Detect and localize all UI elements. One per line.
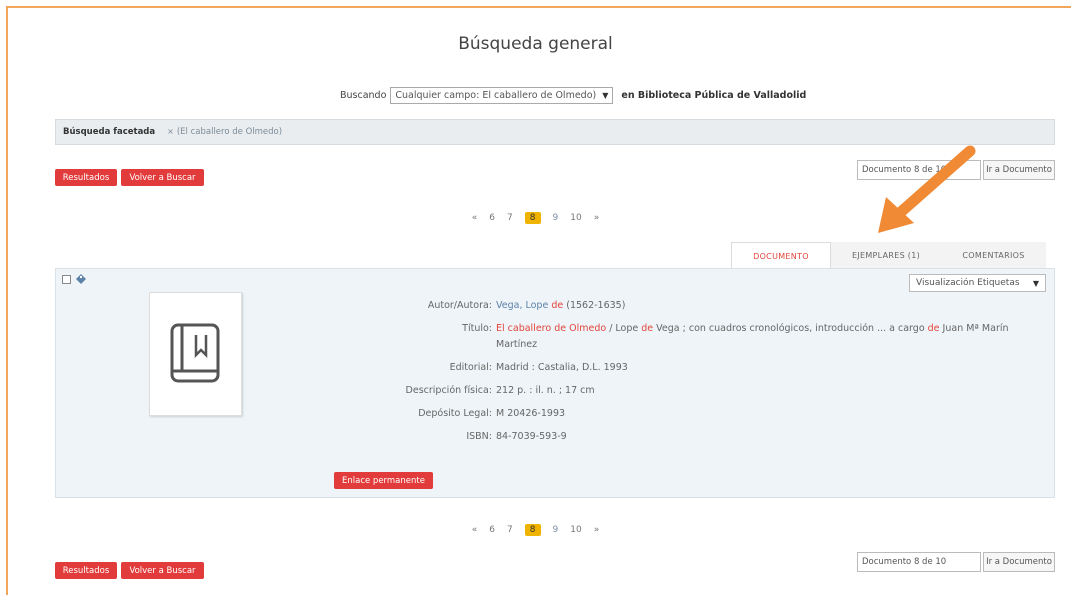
- book-icon: [170, 323, 219, 383]
- facet-item-label: (El caballero de Olmedo): [176, 127, 283, 137]
- physical-value: 212 p. : il. n. ; 17 cm: [496, 385, 595, 396]
- pager-prev[interactable]: «: [472, 213, 478, 223]
- pager-next[interactable]: »: [594, 213, 600, 223]
- pager-page-7[interactable]: 7: [507, 213, 513, 223]
- pager-page-current[interactable]: 8: [524, 524, 541, 536]
- search-summary: Buscando Cualquier campo: El caballero d…: [340, 87, 806, 104]
- author-de: de: [551, 300, 564, 311]
- publisher-value: Madrid : Castalia, D.L. 1993: [496, 362, 628, 373]
- view-mode-value: Visualización Etiquetas: [916, 278, 1020, 288]
- title-link[interactable]: El caballero de Olmedo: [496, 323, 606, 334]
- author-link[interactable]: Vega, Lope: [496, 300, 551, 311]
- tab-comentarios[interactable]: COMENTARIOS: [941, 242, 1046, 269]
- isbn-value: 84-7039-593-9: [496, 431, 567, 442]
- record-checkbox[interactable]: [62, 275, 71, 284]
- view-mode-select[interactable]: Visualización Etiquetas ▼: [909, 274, 1046, 292]
- chevron-down-icon: ▼: [602, 91, 609, 100]
- permalink-button[interactable]: Enlace permanente: [334, 472, 433, 489]
- legal-deposit-value: M 20426-1993: [496, 408, 566, 419]
- pager-prev[interactable]: «: [472, 525, 478, 535]
- go-to-document-button-bottom[interactable]: Ir a Documento: [983, 552, 1055, 572]
- title-de: de: [641, 323, 654, 334]
- pagination-bottom: « 6 7 8 9 10 »: [0, 524, 1071, 536]
- isbn-label: ISBN:: [466, 431, 492, 442]
- record-panel: Visualización Etiquetas ▼ Autor/Autora: …: [55, 268, 1055, 498]
- book-cover-placeholder: [149, 292, 242, 416]
- pager-page-6[interactable]: 6: [489, 525, 495, 535]
- title-rest2: Juan Mª Marín: [939, 323, 1009, 334]
- tab-ejemplares[interactable]: EJEMPLARES (1): [831, 242, 941, 269]
- library-name: en Biblioteca Pública de Valladolid: [621, 90, 807, 101]
- back-to-search-button-bottom[interactable]: Volver a Buscar: [121, 562, 204, 579]
- search-field-select[interactable]: Cualquier campo: El caballero de Olmedo)…: [390, 87, 614, 104]
- author-value: Vega, Lope de (1562-1635): [496, 300, 625, 311]
- record-tabs: DOCUMENTO EJEMPLARES (1) COMENTARIOS: [731, 242, 1046, 269]
- document-number-input-bottom[interactable]: Documento 8 de 10: [857, 552, 981, 572]
- tab-documento[interactable]: DOCUMENTO: [731, 242, 831, 269]
- title-value-line2: Martínez: [496, 339, 538, 350]
- pager-page-10[interactable]: 10: [570, 213, 581, 223]
- pager-page-10[interactable]: 10: [570, 525, 581, 535]
- faceted-search-bar: Búsqueda facetada × (El caballero de Olme…: [55, 119, 1055, 145]
- title-rest: Vega ; con cuadros cronológicos, introdu…: [653, 323, 928, 334]
- results-button[interactable]: Resultados: [55, 169, 117, 186]
- physical-label: Descripción física:: [405, 385, 492, 396]
- title-value: El caballero de Olmedo / Lope de Vega ; …: [496, 323, 1009, 334]
- author-label: Autor/Autora:: [427, 300, 492, 311]
- title-label: Título:: [462, 323, 492, 334]
- page-title: Búsqueda general: [458, 34, 613, 54]
- title-sep: / Lope: [606, 323, 642, 334]
- author-dates: (1562-1635): [563, 300, 626, 311]
- pager-page-7[interactable]: 7: [507, 525, 513, 535]
- pager-page-9[interactable]: 9: [553, 525, 559, 535]
- legal-deposit-label: Depósito Legal:: [418, 408, 492, 419]
- pager-page-current[interactable]: 8: [524, 212, 541, 224]
- close-icon[interactable]: ×: [167, 127, 174, 136]
- tag-icon[interactable]: [75, 273, 87, 285]
- search-field-value: Cualquier campo: El caballero de Olmedo): [395, 90, 597, 101]
- title-de2: de: [927, 323, 940, 334]
- annotation-arrow: [878, 145, 976, 233]
- pager-page-6[interactable]: 6: [489, 213, 495, 223]
- facet-label: Búsqueda facetada: [63, 127, 156, 137]
- chevron-down-icon: ▼: [1032, 278, 1039, 288]
- back-to-search-button[interactable]: Volver a Buscar: [121, 169, 204, 186]
- pager-page-9[interactable]: 9: [553, 213, 559, 223]
- go-to-document-button[interactable]: Ir a Documento: [983, 160, 1055, 180]
- facet-item[interactable]: × (El caballero de Olmedo): [167, 127, 282, 137]
- pager-next[interactable]: »: [594, 525, 600, 535]
- results-button-bottom[interactable]: Resultados: [55, 562, 117, 579]
- publisher-label: Editorial:: [449, 362, 492, 373]
- search-prefix: Buscando: [340, 90, 387, 101]
